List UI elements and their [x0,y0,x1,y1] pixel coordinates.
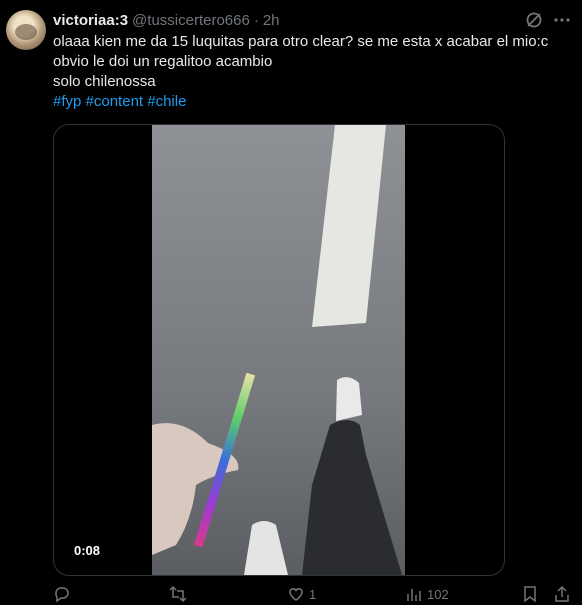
tweet-line: obvio le doi un regalitoo acambio [53,53,273,70]
user-handle[interactable]: @tussicertero666 [132,12,250,29]
views-count: 102 [427,586,449,602]
tweet-line: solo chilenossa [53,73,156,90]
video-frame [152,125,405,575]
display-name[interactable]: victoriaa:3 [53,12,128,29]
timestamp[interactable]: 2h [263,12,280,29]
retweet-button[interactable] [169,585,187,603]
share-icon [555,585,569,602]
reply-icon [55,587,69,603]
views-button[interactable]: 102 [405,585,449,603]
video-player[interactable]: 0:08 [53,124,505,576]
like-count: 1 [309,586,317,602]
tweet-text: olaaa kien me da 15 luquitas para otro c… [53,32,573,112]
tweet-header: victoriaa:3 @tussicertero666 · 2h [53,10,280,30]
hashtag-link[interactable]: #chile [147,93,186,110]
video-duration: 0:08 [70,541,105,560]
bookmark-icon [524,586,536,603]
views-icon [407,589,421,601]
reply-button[interactable] [53,585,71,603]
grok-icon[interactable] [524,10,544,30]
tweet-actions: 1 102 [53,585,573,605]
heart-icon [289,588,303,601]
like-button[interactable]: 1 [287,585,316,603]
hashtag-link[interactable]: #content [86,93,144,110]
tweet-line: olaaa kien me da 15 luquitas para otro c… [53,33,549,50]
bookmark-button[interactable] [521,585,539,603]
hashtag-link[interactable]: #fyp [53,93,81,110]
avatar[interactable] [6,10,46,50]
more-horizontal-icon[interactable] [552,10,572,30]
retweet-icon [169,585,187,603]
separator-dot: · [253,11,259,29]
share-button[interactable] [553,585,571,603]
hashtags: #fyp #content #chile [53,92,573,112]
tweet[interactable]: victoriaa:3 @tussicertero666 · 2h olaaa … [0,0,582,603]
